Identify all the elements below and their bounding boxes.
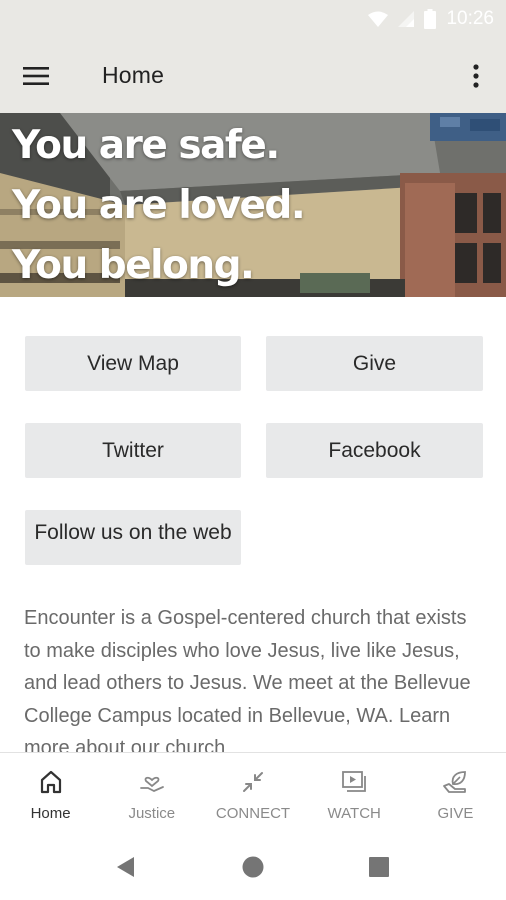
page-title: Home	[102, 62, 165, 88]
nav-label-watch: WATCH	[327, 805, 381, 822]
wifi-icon	[368, 11, 389, 27]
church-description: Encounter is a Gospel-centered church th…	[24, 607, 471, 752]
status-icons: 10:26	[368, 6, 494, 32]
battery-icon	[424, 9, 437, 29]
hero-line-2: You are loved.	[12, 183, 306, 228]
give-button[interactable]: Give	[266, 336, 483, 391]
nav-item-watch[interactable]: WATCH	[304, 753, 405, 834]
hero-line-1: You are safe.	[12, 123, 280, 168]
recents-button[interactable]	[364, 852, 394, 882]
nav-item-connect[interactable]: CONNECT	[202, 753, 303, 834]
nav-label-justice: Justice	[128, 805, 176, 822]
leaf-hand-icon	[440, 767, 470, 797]
status-time: 10:26	[446, 8, 494, 29]
nav-item-home[interactable]: Home	[0, 753, 101, 834]
nav-item-give[interactable]: GIVE	[405, 753, 506, 834]
hand-heart-icon	[137, 767, 167, 797]
home-button[interactable]	[238, 852, 268, 882]
home-circle-icon	[242, 856, 264, 878]
hero-line-3: You belong.	[12, 243, 255, 288]
facebook-button[interactable]: Facebook	[266, 423, 483, 478]
nav-label-give: GIVE	[437, 805, 474, 822]
menu-button[interactable]	[14, 54, 58, 98]
back-triangle-icon	[117, 857, 134, 877]
hero-banner: You are safe. You are loved. You belong.	[0, 113, 506, 297]
video-play-icon	[339, 767, 369, 797]
bottom-navigation: Home Justice CONNECT WATCH GIVE	[0, 752, 506, 834]
nav-label-connect: CONNECT	[215, 805, 291, 822]
connect-arrows-icon	[238, 767, 268, 797]
back-button[interactable]	[110, 852, 140, 882]
home-icon	[36, 767, 66, 797]
signal-icon	[398, 11, 415, 27]
hamburger-menu-icon	[23, 67, 49, 85]
app-bar: Home	[0, 38, 506, 113]
status-bar: 10:26	[0, 0, 506, 38]
overflow-menu-button[interactable]	[456, 54, 496, 98]
more-vert-icon	[473, 64, 479, 88]
nav-item-justice[interactable]: Justice	[101, 753, 202, 834]
view-map-button[interactable]: View Map	[25, 336, 241, 391]
nav-label-home: Home	[30, 805, 71, 822]
twitter-button[interactable]: Twitter	[25, 423, 241, 478]
recents-square-icon	[369, 857, 389, 877]
follow-web-button[interactable]: Follow us on the web	[25, 510, 241, 565]
system-navigation-bar	[0, 834, 506, 900]
